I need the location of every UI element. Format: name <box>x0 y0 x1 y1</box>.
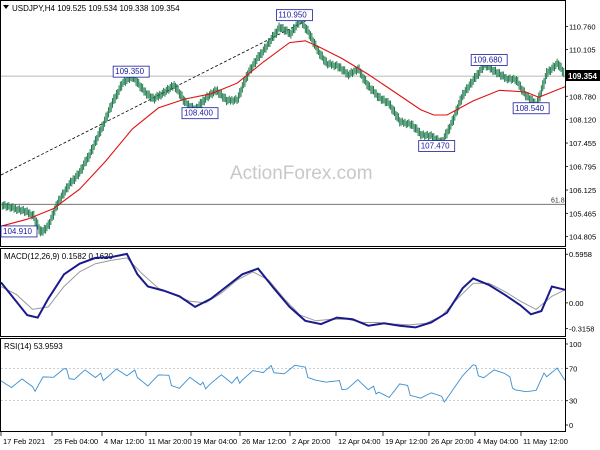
price-annotation-label: 108.400 <box>184 109 213 118</box>
x-tick-label: 11 May 12:00 <box>523 437 568 446</box>
price-y-tick-label: 106.795 <box>569 162 596 171</box>
x-tick-label: 19 Apr 12:00 <box>385 437 428 446</box>
rsi-panel-frame <box>0 338 566 432</box>
watermark-text: ActionForex.com <box>230 163 373 184</box>
price-panel-title: USDJPY,H4 109.525 109.534 109.338 109.35… <box>12 4 180 13</box>
rsi-y-tick-label: 0 <box>569 421 573 430</box>
price-y-tick-label: 104.805 <box>569 233 596 242</box>
price-y-tick-label: 108.120 <box>569 116 596 125</box>
price-y-tick-label: 108.780 <box>569 92 596 101</box>
x-tick-label: 17 Feb 2021 <box>3 437 45 446</box>
rsi-panel-title: RSI(14) 53.9593 <box>4 342 63 351</box>
x-tick-label: 4 May 04:00 <box>477 437 518 446</box>
price-annotation-label: 104.910 <box>3 227 32 236</box>
x-tick-label: 26 Apr 20:00 <box>431 437 474 446</box>
x-tick-label: 12 Apr 04:00 <box>338 437 381 446</box>
price-annotation-label: 108.540 <box>515 104 544 113</box>
price-annotation-label: 109.680 <box>473 55 502 64</box>
rsi-y-tick-label: 70 <box>569 364 577 373</box>
macd-y-tick-label: -0.3158 <box>569 325 594 334</box>
x-tick-label: 2 Apr 20:00 <box>292 437 330 446</box>
x-tick-label: 19 Mar 04:00 <box>193 437 237 446</box>
x-tick-label: 11 Mar 20:00 <box>148 437 192 446</box>
rsi-y-tick-label: 30 <box>569 397 577 406</box>
x-tick-label: 25 Feb 04:00 <box>54 437 98 446</box>
x-tick-label: 26 Mar 12:00 <box>242 437 286 446</box>
price-y-tick-label: 110.760 <box>569 22 596 31</box>
x-tick-label: 4 Mar 12:00 <box>104 437 144 446</box>
macd-panel-title: MACD(12,26,9) 0.1582 0.1620 <box>4 252 114 261</box>
price-y-tick-label: 110.105 <box>569 45 596 54</box>
price-panel-frame <box>0 0 566 247</box>
price-annotation-label: 109.350 <box>115 67 144 76</box>
price-annotation-label: 107.470 <box>421 142 450 151</box>
last-price-label: 109.354 <box>568 72 597 81</box>
price-y-tick-label: 105.465 <box>569 209 596 218</box>
macd-y-tick-label: 0.5958 <box>569 250 592 259</box>
price-y-tick-label: 106.125 <box>569 186 596 195</box>
macd-y-tick-label: 0.00 <box>569 299 584 308</box>
rsi-y-tick-label: 100 <box>569 340 582 349</box>
chart-canvas: USDJPY,H4 109.525 109.534 109.338 109.35… <box>0 0 600 446</box>
fib-level-label: 61.8 <box>551 197 565 204</box>
price-annotation-label: 110.950 <box>278 11 307 20</box>
price-y-tick-label: 107.455 <box>569 139 596 148</box>
